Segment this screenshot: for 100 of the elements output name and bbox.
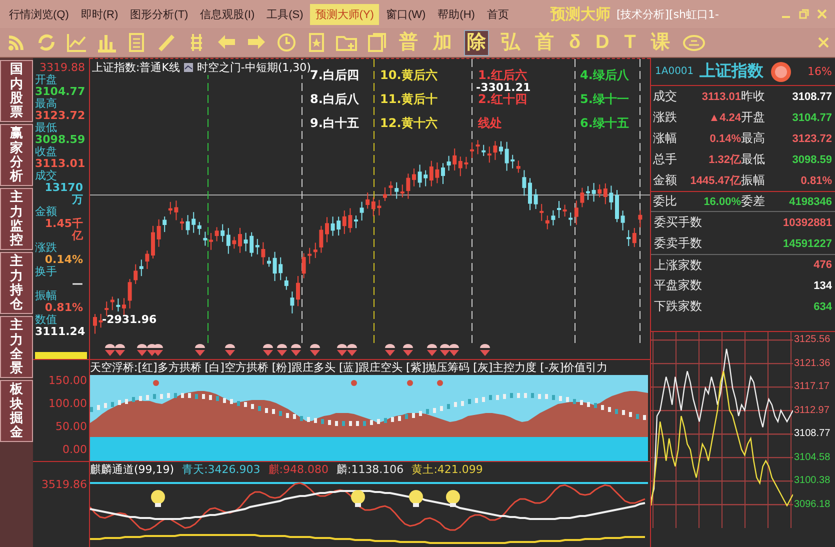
candlestick (151, 225, 155, 260)
annotation-label: 9.白十五 (310, 115, 359, 132)
pencil-icon[interactable] (156, 32, 177, 53)
candlestick (244, 232, 248, 252)
quote-label: 涨幅 (653, 130, 678, 147)
mascot-icon (151, 490, 165, 507)
candlestick (267, 256, 271, 268)
signal-marker-icon (225, 344, 235, 356)
signal-marker-icon (347, 344, 357, 356)
quote-value: 0.14% (708, 132, 741, 144)
quote-value: 3123.72 (791, 132, 832, 144)
quote-value: 3108.77 (791, 90, 832, 102)
candlestick (557, 200, 561, 218)
field-value: — (71, 278, 84, 290)
candlestick (145, 250, 150, 270)
candlestick (238, 227, 242, 254)
line-chart-icon[interactable] (66, 32, 87, 53)
indicator-icon (184, 63, 193, 72)
bar-chart-icon[interactable] (96, 32, 117, 53)
quote-label: 总手 (653, 151, 678, 168)
change-label: 16% (808, 65, 832, 78)
candlestick (493, 140, 498, 160)
signal-marker-icon (403, 344, 413, 356)
signal-marker-icon (427, 344, 437, 356)
quote-value: 476 (814, 259, 832, 271)
app-title: 预测大师 (550, 4, 610, 24)
axis-label: 3121.36 (794, 358, 830, 369)
sidebar-tab[interactable]: 国内股票 (0, 60, 33, 122)
refresh-icon[interactable] (36, 32, 57, 53)
quote-label: 委卖手数 (654, 235, 702, 252)
field-label: 开盘 (35, 74, 58, 86)
sidebar-tab[interactable]: 赢家分析 (0, 124, 33, 186)
close-icon[interactable] (817, 9, 827, 19)
notebook-icon[interactable] (366, 32, 387, 53)
sidebar-tab[interactable]: 板块掘金 (0, 380, 33, 442)
field-value: 3113.01 (35, 158, 86, 170)
candlestick (156, 218, 161, 248)
candlestick (406, 173, 410, 200)
quote-value: 4198346 (788, 196, 832, 208)
candlestick (128, 278, 132, 309)
sidebar-tab[interactable]: 主力持仓 (0, 252, 33, 314)
star-document-icon[interactable] (306, 32, 327, 53)
candlestick (214, 226, 219, 242)
candlestick (98, 313, 103, 328)
candlestick (586, 186, 590, 200)
indicator-bar (35, 352, 87, 359)
annotation-label: 1.红后六 (478, 67, 527, 82)
menu-item[interactable]: 帮助(H) (432, 4, 480, 24)
quote-label: 最高 (741, 130, 766, 147)
axis-label: 3104.58 (794, 452, 830, 463)
candlestick (388, 180, 393, 196)
candlestick (580, 187, 584, 208)
menu-item[interactable]: 工具(S) (262, 4, 308, 24)
quote-label: 委差 (741, 193, 766, 210)
annotation-label: 6.绿十五 (580, 115, 629, 132)
signal-marker-icon (105, 344, 115, 356)
candlestick (272, 251, 277, 282)
candlestick (180, 218, 184, 231)
signal-marker-icon (440, 344, 450, 356)
close-icon[interactable] (818, 37, 829, 48)
candlestick (638, 209, 642, 228)
document-icon[interactable] (126, 32, 147, 53)
signal-marker-icon (291, 344, 301, 356)
candlestick (609, 185, 614, 210)
toolbar-button[interactable]: 除 (464, 30, 489, 56)
price-label: -3301.21 (476, 81, 531, 94)
quote-value: 3104.77 (791, 112, 832, 124)
menu-item[interactable]: 信息观股(I) (195, 4, 260, 24)
menu-item[interactable]: 预测大师(Y) (310, 4, 379, 24)
sidebar-tab[interactable]: 主力监控 (0, 188, 33, 250)
field-value: 3123.72 (35, 110, 86, 122)
field-value: 0.14% (44, 254, 84, 266)
candlestick (186, 214, 190, 236)
axis-label: 3519.86 (42, 478, 87, 491)
candlestick (290, 291, 294, 314)
candlestick (348, 208, 352, 233)
quote-value: 16.00% (702, 196, 741, 208)
oval-icon[interactable] (682, 34, 706, 52)
sidebar-tab[interactable]: 主力全景 (0, 316, 33, 378)
menu-item[interactable]: 行情浏览(Q) (4, 4, 74, 24)
candlestick (330, 216, 335, 236)
clock-icon[interactable] (276, 32, 297, 53)
quote-label: 成交 (653, 88, 678, 105)
indicator-value: 黄土:421.099 (412, 462, 483, 477)
sun-icon (770, 60, 792, 82)
candlestick (476, 140, 480, 155)
menu-item[interactable]: 窗口(W) (380, 4, 431, 24)
axis-label: 3096.18 (794, 498, 830, 510)
restore-icon[interactable] (799, 9, 809, 19)
menu-item[interactable]: 图形分析(T) (125, 4, 194, 24)
quote-value: 3098.59 (791, 154, 832, 166)
quote-value: 10392881 (783, 216, 832, 228)
field-label: 成交 (35, 170, 58, 182)
menu-item[interactable]: 首页 (482, 4, 514, 24)
candlestick (360, 201, 364, 222)
candlestick (354, 214, 358, 229)
menu-item[interactable]: 即时(R) (76, 4, 124, 24)
annotation-label: 11.黄后十 (380, 91, 438, 108)
axis-label: 3108.77 (794, 428, 830, 440)
candlestick (470, 142, 474, 158)
